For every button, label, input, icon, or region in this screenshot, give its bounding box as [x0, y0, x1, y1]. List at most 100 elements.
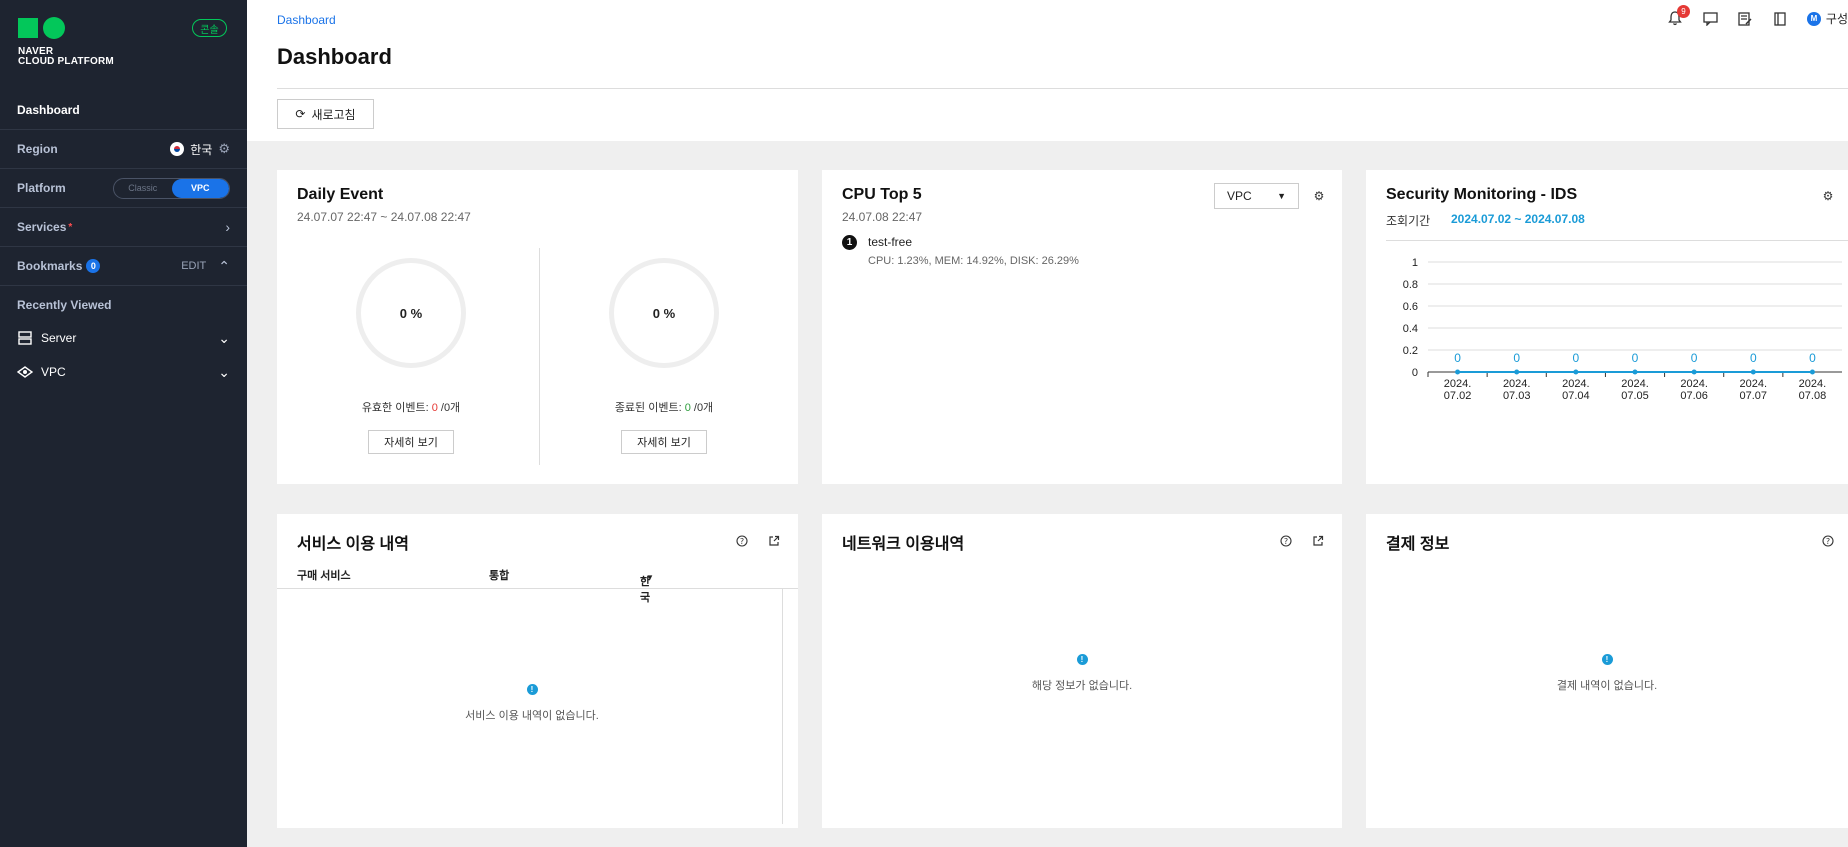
platform-select[interactable]: VPC ▼: [1214, 183, 1299, 209]
security-monitoring-card: Security Monitoring - IDS ⚙ 조회기간 2024.07…: [1366, 170, 1848, 484]
sidebar-item-label: Dashboard: [17, 103, 80, 117]
breadcrumb[interactable]: Dashboard: [277, 13, 336, 27]
y-tick-label: 0.6: [1403, 301, 1418, 313]
platform-label: Platform: [17, 181, 66, 195]
cpu-settings-gear-icon[interactable]: ⚙: [1312, 189, 1326, 203]
platform-option-vpc[interactable]: VPC: [171, 178, 229, 198]
chat-icon[interactable]: [1702, 10, 1719, 27]
external-link-icon[interactable]: [1311, 534, 1325, 548]
platform-option-classic[interactable]: Classic: [114, 179, 172, 198]
ended-event-detail-button[interactable]: 자세히 보기: [621, 430, 707, 454]
x-tick-label: 07.03: [1503, 390, 1531, 402]
network-usage-card: 네트워크 이용내역 ? ! 해당 정보가 없습니다.: [822, 514, 1342, 828]
table-scrollbar[interactable]: [782, 589, 783, 824]
recently-viewed-title: Recently Viewed: [17, 298, 112, 312]
server-usage-detail: CPU: 1.23%, MEM: 14.92%, DISK: 26.29%: [868, 255, 1079, 267]
event-divider: [539, 248, 540, 465]
x-tick-label: 07.05: [1621, 390, 1649, 402]
y-tick-label: 0.8: [1403, 279, 1418, 291]
sidebar-item-region[interactable]: Region 한국 ⚙: [0, 130, 247, 169]
security-title: Security Monitoring - IDS: [1386, 186, 1578, 203]
ended-event-total: /0개: [690, 402, 714, 414]
chevron-down-icon: ⌄: [218, 329, 230, 346]
caret-down-icon: ▼: [1277, 191, 1286, 201]
note-edit-icon[interactable]: [1737, 10, 1754, 27]
security-settings-gear-icon[interactable]: ⚙: [1821, 189, 1835, 203]
service-empty-state: ! 서비스 이용 내역이 없습니다.: [407, 684, 657, 723]
ended-event-text: 종료된 이벤트: 0 /0개: [564, 399, 764, 415]
header-divider: [277, 88, 1848, 89]
y-tick-label: 0.4: [1403, 323, 1418, 335]
data-label: 0: [1632, 351, 1639, 365]
cpu-top-card: CPU Top 5 24.07.08 22:47 VPC ▼ ⚙ 1 test-…: [822, 170, 1342, 484]
data-label: 0: [1750, 351, 1757, 365]
empty-message: 결제 내역이 없습니다.: [1556, 680, 1658, 692]
help-icon[interactable]: ?: [735, 534, 749, 548]
sidebar-item-dashboard[interactable]: Dashboard: [0, 91, 247, 130]
bookmarks-label: Bookmarks: [17, 259, 83, 273]
payment-title: 결제 정보: [1386, 536, 1450, 553]
x-tick-label: 2024.: [1680, 378, 1708, 390]
y-tick-label: 0: [1412, 367, 1418, 379]
top-toolbar: 9 M 구성: [1667, 5, 1848, 27]
help-icon[interactable]: ?: [1279, 534, 1293, 548]
data-point: [1514, 369, 1520, 375]
recent-item-server[interactable]: Server ⌄: [0, 323, 247, 353]
service-usage-title: 서비스 이용 내역: [297, 536, 409, 553]
region-value: 한국: [190, 142, 213, 157]
console-badge: 콘솔: [192, 19, 227, 37]
book-icon[interactable]: [1772, 10, 1789, 27]
payment-card: 결제 정보 ? ! 결제 내역이 없습니다.: [1366, 514, 1848, 828]
region-label: Region: [17, 142, 58, 156]
column-header[interactable]: 통합: [489, 567, 509, 583]
server-icon: [17, 331, 33, 345]
external-link-icon[interactable]: [767, 534, 781, 548]
help-icon[interactable]: ?: [1821, 534, 1835, 548]
rank-badge: 1: [842, 235, 857, 250]
column-header: 구매 서비스: [297, 570, 351, 582]
region-gear-icon[interactable]: ⚙: [218, 141, 230, 157]
sidebar: NAVER CLOUD PLATFORM 콘솔 Dashboard Region …: [0, 0, 247, 847]
x-tick-label: 2024.: [1503, 378, 1531, 390]
y-tick-label: 1: [1412, 257, 1418, 269]
services-label: Services: [17, 220, 67, 234]
security-divider: [1386, 240, 1848, 241]
data-point: [1691, 369, 1697, 375]
service-table-header: 구매 서비스 통합 한국 ▼: [277, 561, 798, 604]
chevron-down-icon: ⌄: [218, 363, 230, 380]
active-event-detail-button[interactable]: 자세히 보기: [368, 430, 454, 454]
data-point: [1809, 369, 1815, 375]
bell-icon[interactable]: 9: [1667, 5, 1690, 27]
chevron-up-icon[interactable]: ⌃: [218, 258, 230, 275]
bookmarks-count-badge: 0: [86, 259, 101, 273]
svg-text:?: ?: [740, 537, 744, 546]
ended-event-donut: 0 %: [609, 258, 719, 368]
user-menu[interactable]: M 구성: [1806, 10, 1848, 27]
recent-item-vpc[interactable]: VPC ⌄: [0, 357, 247, 387]
ended-event-percent: 0 %: [652, 305, 676, 321]
bookmarks-edit-button[interactable]: EDIT: [181, 260, 206, 272]
sidebar-item-services[interactable]: Services * ›: [0, 208, 247, 247]
info-icon: !: [1076, 654, 1088, 665]
x-tick-label: 2024.: [1562, 378, 1590, 390]
sidebar-item-bookmarks[interactable]: Bookmarks 0 EDIT ⌃: [0, 247, 247, 286]
logo-line-2: CLOUD PLATFORM: [18, 56, 114, 67]
service-usage-card: 서비스 이용 내역 ? 구매 서비스 통합 한국 ▼ ! 서비스 이용 내역이 …: [277, 514, 798, 828]
platform-toggle[interactable]: Classic VPC: [113, 177, 230, 199]
server-name[interactable]: test-free: [868, 235, 912, 249]
chevron-right-icon: ›: [225, 219, 230, 235]
refresh-button[interactable]: ⟳ 새로고침: [277, 99, 374, 129]
cpu-top-title: CPU Top 5: [842, 186, 922, 203]
data-label: 0: [1809, 351, 1816, 365]
y-tick-label: 0.2: [1403, 345, 1418, 357]
x-tick-label: 07.02: [1444, 390, 1472, 402]
data-point: [1632, 369, 1638, 375]
refresh-label: 새로고침: [311, 107, 356, 122]
data-label: 0: [1513, 351, 1520, 365]
naver-cloud-logo[interactable]: NAVER CLOUD PLATFORM: [18, 17, 114, 67]
daily-event-title: Daily Event: [297, 186, 384, 203]
data-point: [1573, 369, 1579, 375]
payment-empty-state: ! 결제 내역이 없습니다.: [1482, 654, 1732, 693]
empty-message: 서비스 이용 내역이 없습니다.: [465, 710, 599, 722]
active-event-total: /0개: [437, 402, 461, 414]
